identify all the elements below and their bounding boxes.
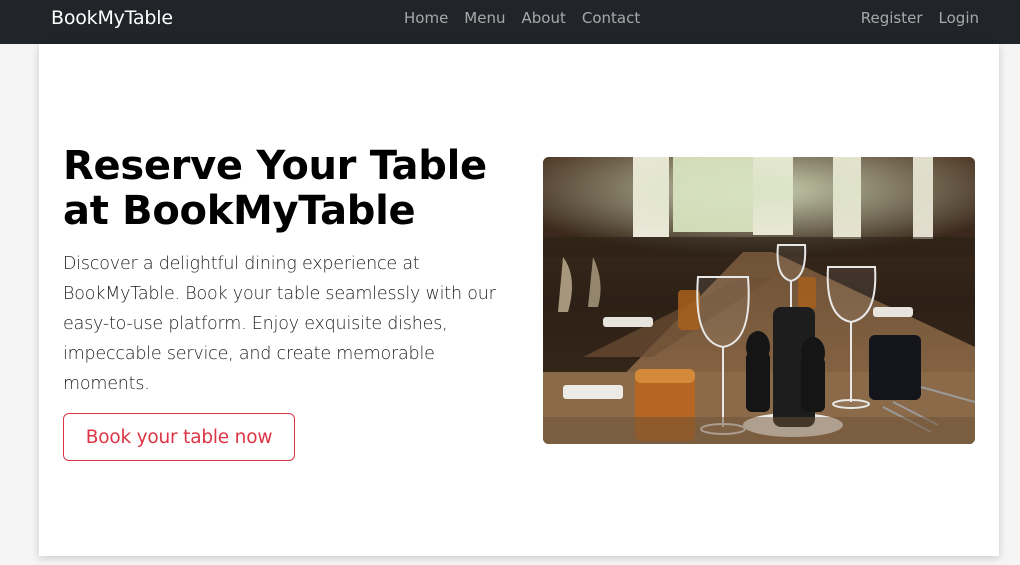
nav-login[interactable]: Login <box>939 9 979 27</box>
auth-links: Register Login <box>845 9 979 27</box>
hero-description: Discover a delightful dining experience … <box>63 254 496 394</box>
restaurant-image <box>543 157 975 444</box>
nav-menu[interactable]: Menu <box>464 9 505 27</box>
brand-logo[interactable]: BookMyTable <box>51 7 173 29</box>
nav-contact[interactable]: Contact <box>582 9 640 27</box>
nav-about[interactable]: About <box>521 9 565 27</box>
hero-card: Reserve Your Table at BookMyTable Discov… <box>39 44 999 556</box>
hero-title: Reserve Your Table at BookMyTable <box>63 143 487 234</box>
nav-register[interactable]: Register <box>861 9 923 27</box>
nav-links: Home Menu About Contact <box>404 9 656 27</box>
navbar: BookMyTable Home Menu About Contact Regi… <box>0 0 1020 44</box>
book-table-button[interactable]: Book your table now <box>63 413 295 461</box>
nav-home[interactable]: Home <box>404 9 448 27</box>
